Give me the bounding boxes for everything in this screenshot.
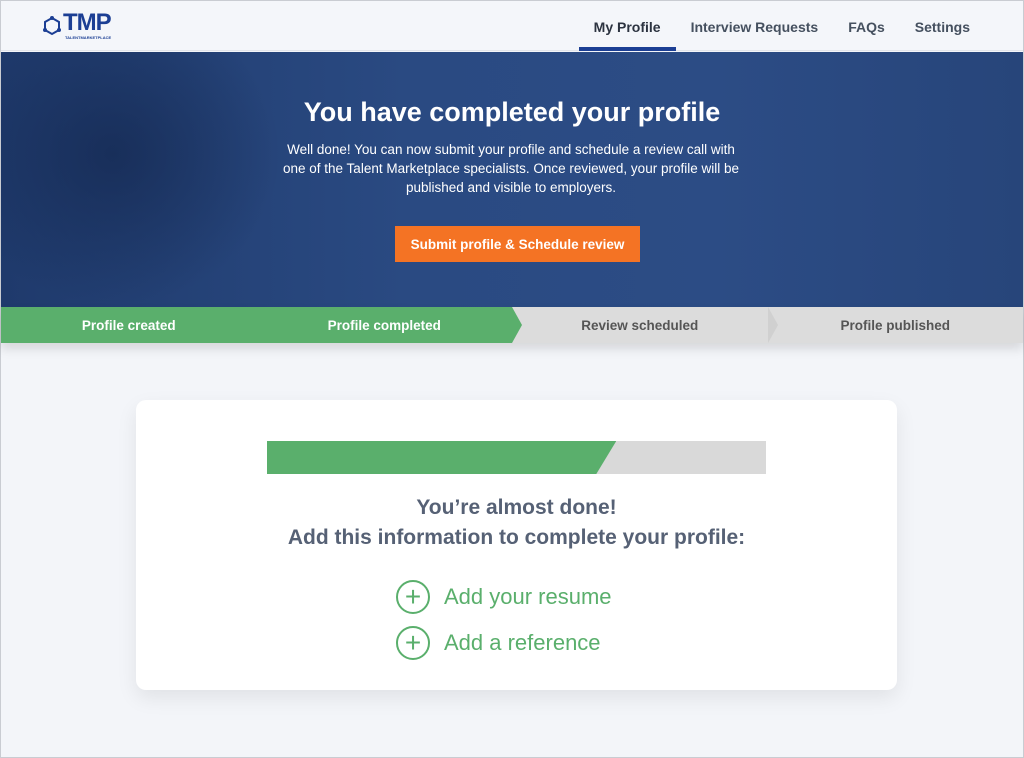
completion-progress-bar: [267, 441, 766, 474]
step-profile-completed: Profile completed: [256, 307, 522, 343]
nav-my-profile[interactable]: My Profile: [578, 1, 676, 51]
progress-steps: Profile created Profile completed Review…: [1, 307, 1023, 343]
step-profile-published: Profile published: [767, 307, 1023, 343]
add-reference-label: Add a reference: [444, 630, 601, 655]
submit-profile-button[interactable]: Submit profile & Schedule review: [395, 226, 640, 262]
nav-settings[interactable]: Settings: [900, 1, 985, 51]
plus-circle-icon: +: [396, 580, 430, 614]
nav-interview-requests[interactable]: Interview Requests: [676, 1, 834, 51]
completion-card: You’re almost done! Add this information…: [136, 400, 897, 690]
hero-background-image: [1, 52, 281, 307]
add-info-heading: Add this information to complete your pr…: [287, 526, 746, 549]
add-reference-link[interactable]: + Add a reference: [396, 626, 601, 660]
almost-done-heading: You’re almost done!: [416, 496, 617, 519]
nav-faqs[interactable]: FAQs: [833, 1, 900, 51]
hero-banner: You have completed your profile Well don…: [1, 52, 1023, 307]
progress-fill: [267, 441, 616, 474]
top-header: TMP TALENTMARKETPLACE My Profile Intervi…: [1, 1, 1023, 51]
add-resume-label: Add your resume: [444, 584, 612, 609]
hero-text: Well done! You can now submit your profi…: [283, 142, 739, 195]
logo-text: TMP: [63, 9, 112, 36]
step-profile-created: Profile created: [1, 307, 266, 343]
step-review-scheduled: Review scheduled: [512, 307, 777, 343]
add-resume-link[interactable]: + Add your resume: [396, 580, 612, 614]
hero-title: You have completed your profile: [303, 97, 721, 127]
plus-circle-icon: +: [396, 626, 430, 660]
logo[interactable]: TMP TALENTMARKETPLACE: [41, 9, 112, 40]
main-nav: My Profile Interview Requests FAQs Setti…: [578, 1, 985, 51]
logo-hexagon-icon: [43, 16, 61, 36]
logo-tagline: TALENTMARKETPLACE: [65, 35, 112, 40]
